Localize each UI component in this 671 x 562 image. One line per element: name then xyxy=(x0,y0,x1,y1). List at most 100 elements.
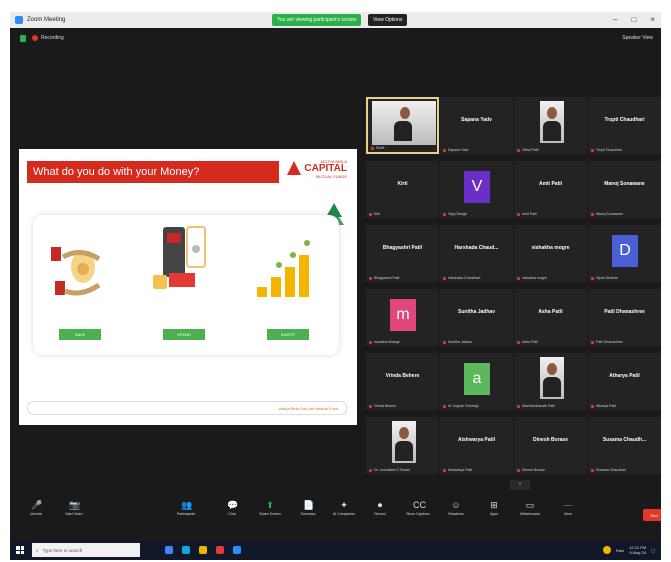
toolbar-more-button[interactable]: ⋯ More xyxy=(550,500,586,516)
participant-tile[interactable]: Aishwarya Patil Aishwarya Patil xyxy=(440,417,513,474)
muted-mic-icon xyxy=(443,212,446,216)
muted-mic-icon xyxy=(443,340,446,344)
muted-mic-icon xyxy=(517,340,520,344)
participant-tile[interactable]: V Vijay Dange xyxy=(440,161,513,218)
participant-display-name: Trupti Chaudhari xyxy=(604,117,645,123)
participant-label-text: Bhagyashri Patil xyxy=(374,276,400,280)
muted-mic-icon xyxy=(591,212,594,216)
end-meeting-button[interactable]: End xyxy=(643,509,661,521)
slide-footer: Aditya Birla Sun Life Mutual Fund xyxy=(27,401,347,415)
weather-icon xyxy=(602,546,611,554)
participant-tile[interactable]: m manisha bhange xyxy=(366,289,439,346)
muted-mic-icon xyxy=(517,468,520,472)
spend-label: SPEND xyxy=(163,329,205,340)
browser-app-icon[interactable] xyxy=(165,546,173,554)
edge-app-icon[interactable] xyxy=(182,546,190,554)
toolbar-whiteboards-button[interactable]: ▭ Whiteboards xyxy=(512,500,548,516)
participant-display-name: Dinesh Borase xyxy=(532,437,568,443)
participant-display-name: Amit Patil xyxy=(538,181,563,187)
participant-tile[interactable]: Atharya Patil Atharya Patil xyxy=(588,353,661,410)
participant-tile[interactable]: Kirti Kirti xyxy=(366,161,439,218)
toolbar-reactions-button[interactable]: ☺ Reactions xyxy=(438,500,474,516)
toolbar-unmute-button[interactable]: 🎤 Unmute xyxy=(18,500,54,516)
participant-tile[interactable]: Sapana Yadv Sapana Yadv xyxy=(440,97,513,154)
money-options-card: SAVE SPEND INVEST xyxy=(33,215,339,355)
windows-taskbar: ⌕ Type here to search Rain 12:21 PM 9-Ma… xyxy=(10,540,661,560)
body-shape xyxy=(395,441,413,461)
save-hand-coin-icon xyxy=(51,247,101,296)
participant-tile[interactable]: Susama Chaudh... Susama Chaudhari xyxy=(588,417,661,474)
toolbar-start-video-button[interactable]: 📷 Start Video xyxy=(56,500,92,516)
participant-tile[interactable]: Amit Patil Amit Patil xyxy=(514,161,587,218)
participant-tile[interactable]: Patil Dhanashree Patil Dhanashree xyxy=(588,289,661,346)
toolbar-summary-button[interactable]: 📄 Summary xyxy=(290,500,326,516)
ai-companion-icon: ✦ xyxy=(340,500,348,510)
toolbar-record-button[interactable]: ⏺ Record xyxy=(362,500,398,516)
participant-label-text: Dr. Laxmikant D Tawari xyxy=(374,468,410,472)
participant-name-label: Trupti Chaudhari xyxy=(591,148,622,152)
participant-label-text: Harshada Chaudhari xyxy=(448,276,481,280)
participant-label-text: vishakha mogre xyxy=(522,276,547,280)
participant-tile[interactable]: Machhindranath Patil xyxy=(514,353,587,410)
participant-name-label: manisha bhange xyxy=(369,340,400,344)
windows-start-icon[interactable] xyxy=(16,546,24,554)
participant-tile[interactable]: Dr. Laxmikant D Tawari xyxy=(366,417,439,474)
taskbar-search-input[interactable]: ⌕ Type here to search xyxy=(32,543,140,557)
participant-tile[interactable]: Dinesh Borase Dinesh Borase xyxy=(514,417,587,474)
participant-name-label: Asha Patil xyxy=(517,340,538,344)
participants-icon: 👥 xyxy=(181,500,193,510)
speaker-view-button[interactable]: Speaker View xyxy=(622,35,653,41)
sharing-banner: You are viewing participant's screen xyxy=(272,14,362,26)
maximize-icon[interactable]: □ xyxy=(631,15,636,24)
participant-display-name: Sunitha Jadhav xyxy=(458,309,495,315)
participant-name-label: Dipali Dhande xyxy=(591,276,618,280)
abc-logo: ADITYA BIRLA CAPITAL MUTUAL FUNDS xyxy=(287,157,347,193)
face-shape xyxy=(547,107,557,119)
participant-tile[interactable]: Sunitha Jadhav Sunitha Jadhav xyxy=(440,289,513,346)
participant-tile[interactable]: Asha Patil Asha Patil xyxy=(514,289,587,346)
reactions-icon: ☺ xyxy=(451,500,461,510)
muted-mic-icon xyxy=(517,148,520,152)
participant-tile[interactable]: Harshada Chaud... Harshada Chaudhari xyxy=(440,225,513,282)
recording-icon xyxy=(32,35,38,41)
toolbar-label: Whiteboards xyxy=(520,512,540,516)
window-title: Zoom Meeting xyxy=(27,17,66,23)
participant-tile[interactable]: D Dipali Dhande xyxy=(588,225,661,282)
participant-label-text: Sapana Yadv xyxy=(448,148,469,152)
participant-tile[interactable]: Vithal Patil xyxy=(514,97,587,154)
participant-tile[interactable]: Vrinda Behere Vrinda Behere xyxy=(366,353,439,410)
window-controls: – □ × xyxy=(613,15,655,24)
media-app-icon[interactable] xyxy=(216,546,224,554)
participant-name-label: Rohit xyxy=(371,146,384,150)
participant-display-name: Vrinda Behere xyxy=(385,373,420,379)
summary-icon: 📄 xyxy=(303,500,315,510)
participant-name-label: Amit Patil xyxy=(517,212,537,216)
participant-tile[interactable]: vishakha mogre vishakha mogre xyxy=(514,225,587,282)
collapse-chevron-icon[interactable]: ⌃ xyxy=(510,480,530,490)
toolbar-apps-button[interactable]: ⊞ Apps xyxy=(476,500,512,516)
toolbar-participants-button[interactable]: 👥 Participants xyxy=(168,500,204,516)
toolbar-chat-button[interactable]: 💬 Chat xyxy=(214,500,250,516)
participant-photo xyxy=(540,101,564,143)
muted-mic-icon xyxy=(369,340,372,344)
muted-mic-icon xyxy=(517,212,520,216)
toolbar-share-screen-button[interactable]: ⬆ Share Screen xyxy=(252,500,288,516)
participant-tile[interactable]: Trupti Chaudhari Trupti Chaudhari xyxy=(588,97,661,154)
security-shield-icon[interactable] xyxy=(20,34,26,42)
toolbar-ai-companion-button[interactable]: ✦ AI Companion xyxy=(326,500,362,516)
minimize-icon[interactable]: – xyxy=(613,15,617,24)
zoom-taskbar-icon[interactable] xyxy=(233,546,241,554)
close-icon[interactable]: × xyxy=(650,15,655,24)
view-options-button[interactable]: View Options xyxy=(368,14,408,26)
participant-tile[interactable]: a Ar Sugrah Chikhagi xyxy=(440,353,513,410)
muted-mic-icon xyxy=(371,146,374,150)
toolbar-show-captions-button[interactable]: CC Show Captions xyxy=(400,500,436,516)
notification-icon[interactable]: ▢ xyxy=(651,548,655,553)
file-explorer-app-icon[interactable] xyxy=(199,546,207,554)
participant-tile[interactable]: Rohit xyxy=(366,97,439,154)
body-shape xyxy=(543,121,561,141)
participant-display-name: Susama Chaudh... xyxy=(602,437,647,443)
participant-tile[interactable]: Manoj Sonawane Manoj Sonawane xyxy=(588,161,661,218)
muted-mic-icon xyxy=(591,340,594,344)
participant-tile[interactable]: Bhagyashri Patil Bhagyashri Patil xyxy=(366,225,439,282)
